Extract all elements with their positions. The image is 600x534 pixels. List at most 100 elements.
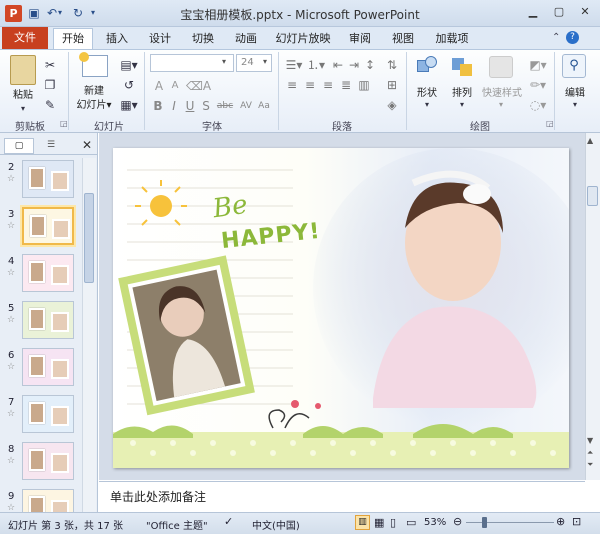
increase-indent-icon[interactable]: ⇥ bbox=[346, 57, 362, 73]
new-slide-icon[interactable] bbox=[79, 52, 108, 77]
shape-effects-icon[interactable]: ◌▾ bbox=[528, 97, 548, 113]
maximize-button[interactable]: ▢ bbox=[548, 4, 570, 20]
slide-thumbnail[interactable] bbox=[22, 160, 74, 198]
thumbnail-photo bbox=[52, 219, 70, 239]
zoom-out-icon[interactable]: ⊖ bbox=[453, 515, 462, 528]
zoom-slider-thumb[interactable] bbox=[482, 517, 487, 528]
paste-icon[interactable] bbox=[10, 55, 36, 85]
justify-icon[interactable]: ≣ bbox=[338, 77, 354, 93]
drawing-launcher-icon[interactable]: ◲ bbox=[546, 119, 554, 128]
next-slide-icon[interactable]: ⏷ bbox=[587, 460, 593, 470]
increase-font-icon[interactable]: A bbox=[152, 78, 166, 94]
align-center-icon[interactable]: ≡ bbox=[302, 77, 318, 93]
bullets-icon[interactable]: ☰▾ bbox=[284, 57, 304, 73]
tab-transitions[interactable]: 切换 bbox=[186, 29, 220, 48]
slides-tab-icon[interactable]: ▢ bbox=[4, 138, 34, 154]
tab-slideshow[interactable]: 幻灯片放映 bbox=[272, 29, 334, 48]
shapes-icon[interactable] bbox=[415, 56, 439, 78]
language-indicator[interactable]: 中文(中国) bbox=[252, 517, 300, 532]
section-icon[interactable]: ▦▾ bbox=[119, 97, 139, 113]
outline-tab-icon[interactable]: ☰ bbox=[38, 138, 64, 154]
slide-thumbnail[interactable] bbox=[22, 207, 74, 245]
clipboard-launcher-icon[interactable]: ◲ bbox=[60, 119, 68, 128]
editing-dropdown-icon[interactable]: ▾ bbox=[568, 97, 582, 113]
scroll-down-icon[interactable]: ▼ bbox=[587, 436, 593, 445]
change-case-icon[interactable]: Aa bbox=[256, 98, 272, 114]
paste-dropdown-icon[interactable]: ▾ bbox=[11, 101, 35, 117]
main-scroll-thumb[interactable] bbox=[587, 186, 598, 206]
font-size-dropdown-icon[interactable]: ▾ bbox=[263, 57, 267, 66]
new-slide-dropdown-label[interactable]: 幻灯片▾ bbox=[74, 96, 114, 111]
align-left-icon[interactable]: ≡ bbox=[284, 77, 300, 93]
shape-fill-icon[interactable]: ◩▾ bbox=[528, 57, 548, 73]
tab-home[interactable]: 开始 bbox=[53, 29, 93, 48]
tab-animations[interactable]: 动画 bbox=[229, 29, 263, 48]
thumbnail-scroll-thumb[interactable] bbox=[84, 193, 94, 283]
tab-insert[interactable]: 插入 bbox=[100, 29, 134, 48]
numbering-icon[interactable]: ⒈▾ bbox=[306, 57, 326, 73]
paste-button-label[interactable]: 粘贴 bbox=[7, 86, 39, 101]
slide-thumbnail[interactable] bbox=[22, 301, 74, 339]
scroll-up-icon[interactable]: ▲ bbox=[587, 136, 593, 145]
fit-to-window-icon[interactable]: ⊡ bbox=[572, 515, 581, 528]
binoculars-icon[interactable]: ⚲ bbox=[562, 54, 586, 78]
spellcheck-icon[interactable]: ✓ bbox=[224, 515, 233, 528]
reset-icon[interactable]: ↺ bbox=[119, 77, 139, 93]
current-slide[interactable]: Be HAPPY! bbox=[113, 148, 569, 468]
thumbnail-photo bbox=[51, 312, 69, 332]
bold-icon[interactable]: B bbox=[152, 98, 164, 114]
help-icon[interactable]: ? bbox=[566, 31, 579, 44]
be-text: Be bbox=[211, 189, 250, 225]
shape-outline-icon[interactable]: ✏▾ bbox=[528, 77, 548, 93]
previous-slide-icon[interactable]: ⏶ bbox=[587, 448, 593, 458]
normal-view-icon[interactable]: ▥ bbox=[355, 515, 370, 530]
tab-view[interactable]: 视图 bbox=[386, 29, 420, 48]
arrange-dropdown-icon[interactable]: ▾ bbox=[455, 97, 469, 113]
underline-icon[interactable]: U bbox=[184, 98, 196, 114]
new-slide-label[interactable]: 新建 bbox=[74, 82, 114, 97]
minimize-button[interactable]: ▁ bbox=[522, 4, 544, 20]
text-direction-icon[interactable]: ⇅ bbox=[384, 57, 400, 73]
reading-view-icon[interactable]: ▯ bbox=[390, 516, 396, 529]
quick-styles-icon[interactable] bbox=[489, 56, 513, 78]
minimize-ribbon-icon[interactable]: ⌃ bbox=[552, 32, 560, 43]
italic-icon[interactable]: I bbox=[168, 98, 180, 114]
char-spacing-icon[interactable]: AV bbox=[238, 98, 254, 114]
layout-icon[interactable]: ▤▾ bbox=[119, 57, 139, 73]
close-pane-icon[interactable]: ✕ bbox=[82, 137, 94, 153]
decrease-font-icon[interactable]: A bbox=[168, 78, 182, 94]
align-text-icon[interactable]: ⊞ bbox=[384, 77, 400, 93]
theme-name[interactable]: "Office 主题" bbox=[146, 517, 208, 532]
line-spacing-icon[interactable]: ↕ bbox=[362, 57, 378, 73]
slide-thumbnail[interactable] bbox=[22, 348, 74, 386]
slide-thumbnail[interactable] bbox=[22, 254, 74, 292]
columns-icon[interactable]: ▥ bbox=[356, 77, 372, 93]
arrange-icon[interactable] bbox=[450, 56, 474, 78]
font-name-dropdown-icon[interactable]: ▾ bbox=[222, 57, 226, 66]
shadow-icon[interactable]: S bbox=[200, 98, 212, 114]
decrease-indent-icon[interactable]: ⇤ bbox=[330, 57, 346, 73]
tab-design[interactable]: 设计 bbox=[143, 29, 177, 48]
tab-file[interactable]: 文件 bbox=[2, 27, 48, 49]
strikethrough-icon[interactable]: abc bbox=[215, 98, 235, 114]
slide-sorter-icon[interactable]: ▦ bbox=[374, 516, 384, 529]
font-color-icon[interactable]: A bbox=[200, 78, 214, 94]
clear-format-icon[interactable]: ⌫ bbox=[186, 78, 203, 94]
align-right-icon[interactable]: ≡ bbox=[320, 77, 336, 93]
close-button[interactable]: ✕ bbox=[574, 4, 596, 20]
zoom-slider-track[interactable] bbox=[466, 522, 554, 523]
zoom-level[interactable]: 53% bbox=[424, 517, 446, 528]
slideshow-view-icon[interactable]: ▭ bbox=[406, 516, 416, 529]
copy-icon[interactable]: ❐ bbox=[42, 77, 58, 93]
shapes-dropdown-icon[interactable]: ▾ bbox=[420, 97, 434, 113]
slide-thumbnail[interactable] bbox=[22, 395, 74, 433]
cut-icon[interactable]: ✂ bbox=[42, 57, 58, 73]
format-painter-icon[interactable]: ✎ bbox=[42, 97, 58, 113]
smartart-icon[interactable]: ◈ bbox=[384, 97, 400, 113]
zoom-in-icon[interactable]: ⊕ bbox=[556, 515, 565, 528]
quick-styles-dropdown-icon[interactable]: ▾ bbox=[494, 97, 508, 113]
tab-addins[interactable]: 加载项 bbox=[429, 29, 475, 48]
slide-thumbnail[interactable] bbox=[22, 442, 74, 480]
notes-placeholder[interactable]: 单击此处添加备注 bbox=[110, 488, 206, 505]
tab-review[interactable]: 审阅 bbox=[343, 29, 377, 48]
